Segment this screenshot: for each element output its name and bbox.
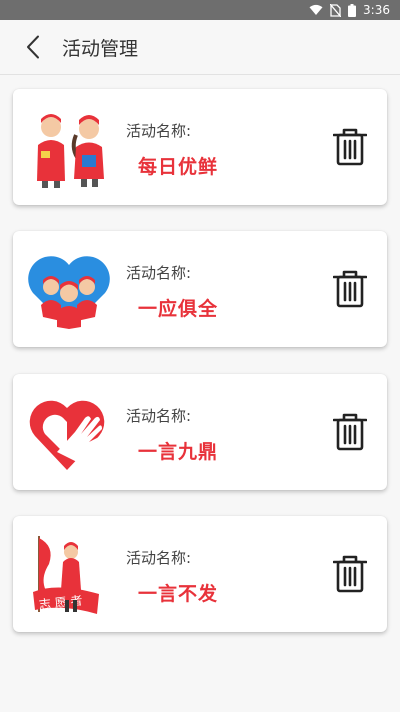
app-bar: 活动管理	[0, 20, 400, 75]
status-bar: 3:36	[0, 0, 400, 20]
trash-icon	[333, 270, 367, 308]
activity-name-label: 活动名称:	[126, 264, 192, 282]
no-sim-icon	[330, 3, 342, 17]
back-button[interactable]	[8, 20, 58, 74]
battery-icon	[348, 3, 357, 17]
activity-card[interactable]: 活动名称: 一言九鼎	[13, 374, 387, 490]
volunteers-illustration	[27, 107, 111, 189]
delete-button[interactable]	[329, 126, 371, 168]
status-time: 3:36	[363, 3, 390, 17]
delete-button[interactable]	[329, 553, 371, 595]
trash-icon	[333, 413, 367, 451]
activity-name-label: 活动名称:	[126, 549, 192, 567]
activity-name: 一应俱全	[138, 298, 219, 320]
activity-name: 一言九鼎	[138, 441, 219, 463]
delete-button[interactable]	[329, 268, 371, 310]
delete-button[interactable]	[329, 411, 371, 453]
trash-icon	[333, 128, 367, 166]
page-title: 活动管理	[62, 37, 139, 60]
trash-icon	[333, 555, 367, 593]
activity-card[interactable]: 志 愿 者 活动名称: 一言不发	[13, 516, 387, 632]
chevron-left-icon	[27, 35, 39, 59]
activity-name: 一言不发	[138, 583, 219, 605]
wifi-icon	[309, 4, 323, 15]
activity-name-label: 活动名称:	[126, 122, 192, 140]
volunteer-flag-illustration: 志 愿 者	[27, 534, 111, 616]
volunteers-heart-illustration	[27, 249, 111, 331]
heart-hand-logo	[27, 392, 111, 474]
activity-name-label: 活动名称:	[126, 407, 192, 425]
activity-card[interactable]: 活动名称: 每日优鲜	[13, 89, 387, 205]
activity-name: 每日优鲜	[138, 156, 219, 178]
activity-card[interactable]: 活动名称: 一应俱全	[13, 231, 387, 347]
